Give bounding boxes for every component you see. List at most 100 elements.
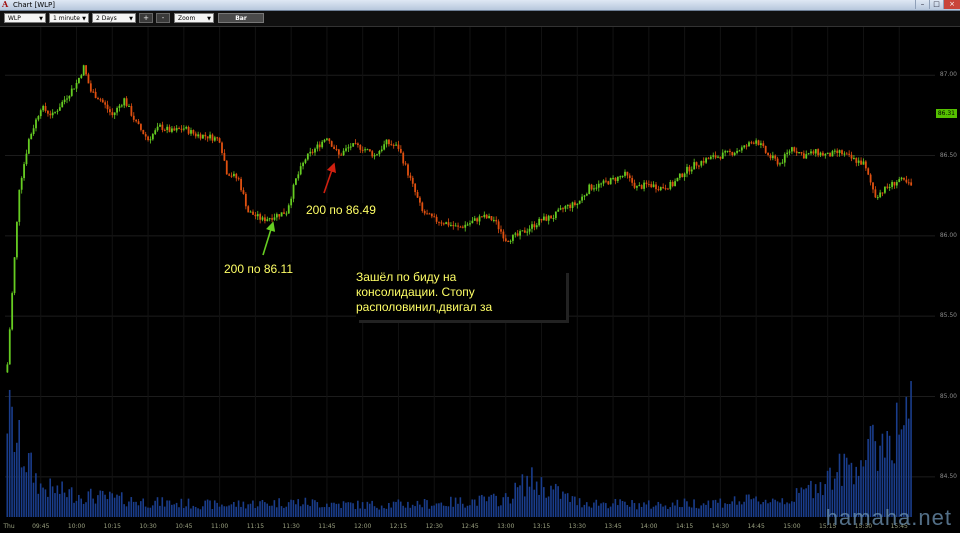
time-tick-label: 10:45 bbox=[175, 523, 193, 530]
volume-bar bbox=[216, 502, 218, 517]
candle-body bbox=[881, 192, 884, 194]
range-select[interactable]: 2 Days ▼ bbox=[92, 13, 136, 23]
volume-bar bbox=[447, 506, 450, 517]
volume-bar bbox=[650, 508, 652, 517]
volume-bar bbox=[748, 494, 750, 517]
volume-bar bbox=[25, 472, 28, 517]
candle-body bbox=[466, 224, 469, 226]
candle-body bbox=[543, 216, 545, 221]
volume-bar bbox=[247, 504, 249, 517]
volume-bar bbox=[378, 509, 381, 517]
volume-bar bbox=[719, 498, 722, 517]
volume-bar bbox=[509, 503, 512, 517]
time-tick-label: 13:15 bbox=[532, 523, 551, 530]
candle-body bbox=[321, 141, 324, 148]
volume-bar bbox=[614, 498, 617, 517]
volume-bar bbox=[80, 498, 83, 517]
candle-body bbox=[576, 203, 579, 205]
candle-body bbox=[869, 174, 872, 183]
volume-bar bbox=[414, 506, 416, 517]
candle-body bbox=[287, 205, 290, 214]
candle-body bbox=[578, 200, 581, 204]
volume-bar bbox=[223, 506, 226, 517]
time-tick-label: 14:00 bbox=[640, 523, 658, 530]
candle-body bbox=[826, 152, 829, 155]
volume-bar bbox=[583, 504, 586, 517]
candle-body bbox=[538, 218, 541, 226]
candle-body bbox=[37, 116, 40, 120]
chevron-down-icon: ▼ bbox=[129, 16, 133, 22]
candle-body bbox=[73, 88, 76, 90]
chart-area[interactable]: 87.00 86.50 86.00 85.50 85.00 84.50 86.31 Thu… bbox=[0, 27, 960, 533]
close-button[interactable]: × bbox=[943, 0, 960, 9]
volume-bar bbox=[469, 505, 471, 517]
volume-bar bbox=[16, 442, 18, 517]
volume-bar bbox=[388, 503, 390, 517]
candle-body bbox=[547, 215, 550, 221]
volume-bar bbox=[199, 509, 202, 517]
candle-body bbox=[44, 106, 47, 111]
minimize-button[interactable]: – bbox=[915, 0, 929, 9]
volume-bar bbox=[769, 502, 772, 517]
interval-select[interactable]: 1 minute ▼ bbox=[49, 13, 89, 23]
candle-body bbox=[447, 222, 450, 226]
volume-bar bbox=[812, 498, 815, 517]
volume-bar bbox=[667, 508, 669, 517]
candle-body bbox=[814, 149, 817, 154]
volume-bar bbox=[693, 499, 695, 517]
candle-body bbox=[492, 219, 495, 221]
candle-body bbox=[20, 178, 23, 190]
candle-body bbox=[798, 152, 800, 154]
volume-bar bbox=[58, 493, 61, 517]
zoom-in-button[interactable]: + bbox=[139, 13, 153, 23]
time-tick-label: 12:15 bbox=[389, 523, 408, 530]
candle-body bbox=[311, 151, 314, 153]
volume-bar bbox=[178, 507, 180, 517]
volume-bar bbox=[669, 507, 672, 517]
candle-body bbox=[457, 225, 459, 227]
volume-bar bbox=[490, 494, 493, 517]
candle-body bbox=[571, 202, 574, 208]
volume-bar bbox=[321, 507, 323, 517]
zoom-select[interactable]: Zoom ▼ bbox=[174, 13, 214, 23]
volume-bar bbox=[709, 508, 712, 517]
sell-annotation: 200 по 86.49 bbox=[306, 203, 376, 217]
window-title: Chart [WLP] bbox=[13, 1, 55, 9]
candle-body bbox=[850, 154, 853, 159]
volume-bar bbox=[290, 499, 292, 517]
volume-bar bbox=[619, 499, 621, 517]
volume-bar bbox=[147, 507, 149, 517]
candle-body bbox=[66, 98, 68, 100]
volume-bar bbox=[295, 504, 297, 517]
maximize-button[interactable]: □ bbox=[929, 0, 943, 9]
volume-bar bbox=[209, 500, 211, 517]
volume-bar bbox=[237, 500, 240, 517]
candle-body bbox=[85, 65, 87, 75]
volume-bar bbox=[702, 503, 705, 517]
volume-bar bbox=[810, 480, 812, 517]
volume-bar bbox=[683, 498, 686, 517]
volume-bar bbox=[73, 502, 75, 517]
candle-body bbox=[748, 142, 750, 147]
volume-bar bbox=[268, 505, 271, 517]
candle-body bbox=[614, 177, 617, 182]
candle-body bbox=[671, 181, 674, 187]
candle-body bbox=[266, 219, 269, 222]
volume-bar bbox=[624, 501, 626, 517]
candle-body bbox=[612, 177, 614, 179]
chart-type-button[interactable]: Bar bbox=[218, 13, 264, 23]
symbol-select[interactable]: WLP ▼ bbox=[4, 13, 46, 23]
candle-body bbox=[366, 149, 369, 151]
zoom-out-button[interactable]: - bbox=[156, 13, 170, 23]
candle-body bbox=[574, 202, 576, 205]
volume-bar bbox=[309, 506, 311, 517]
candle-body bbox=[903, 177, 905, 180]
candle-body bbox=[531, 224, 533, 229]
candle-body bbox=[388, 139, 390, 145]
volume-bar bbox=[907, 418, 910, 517]
candle-body bbox=[652, 184, 655, 188]
candle-body bbox=[523, 230, 526, 233]
candle-body bbox=[669, 181, 672, 189]
volume-bar bbox=[605, 503, 607, 517]
volume-bar bbox=[187, 498, 190, 517]
